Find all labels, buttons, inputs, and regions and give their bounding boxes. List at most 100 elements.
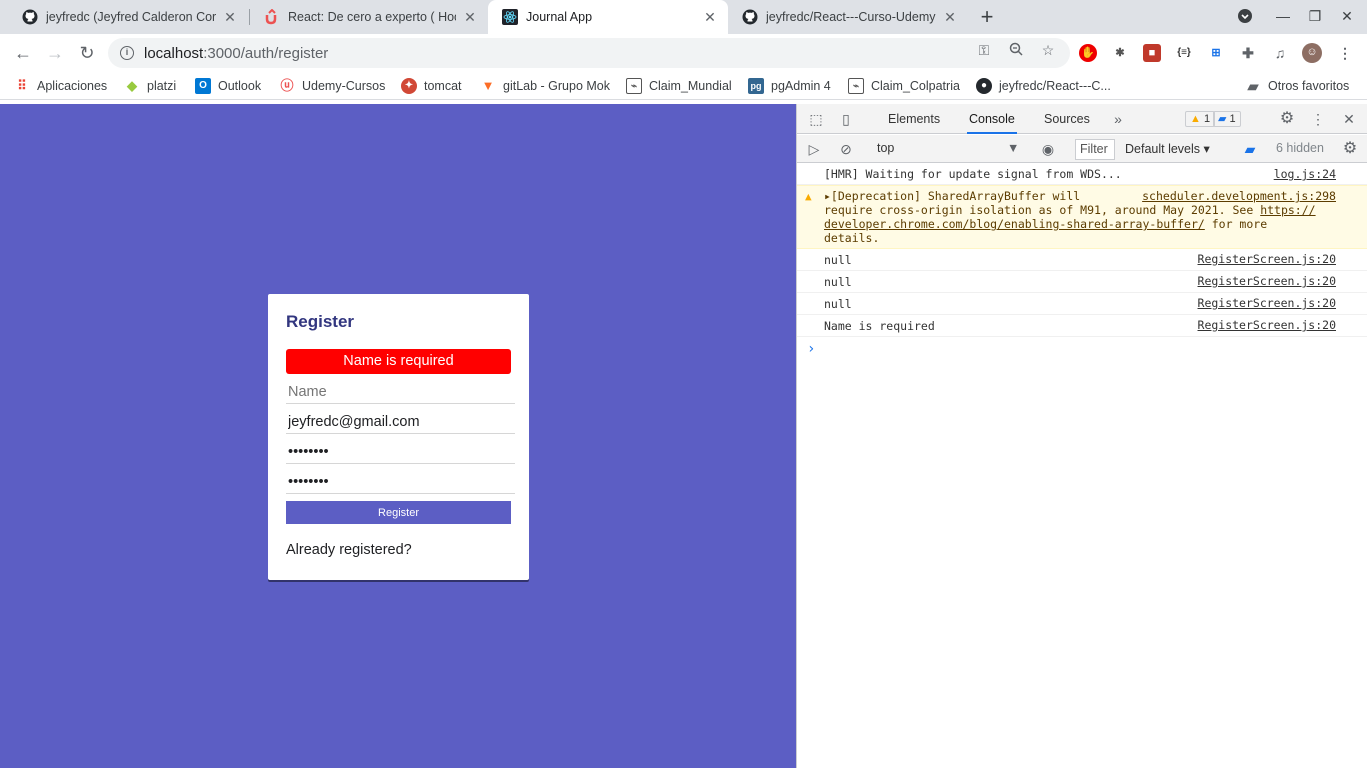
bookmark-claim-colpatria[interactable]: ⌁ Claim_Colpatria [848, 77, 960, 95]
already-registered-link[interactable]: Already registered? [286, 542, 511, 558]
issues-icon[interactable]: ▰ [1241, 140, 1259, 158]
extension-red-icon[interactable]: ■ [1143, 44, 1161, 62]
log-source-link[interactable]: log.js:24 [1274, 167, 1336, 181]
live-expression-eye-icon[interactable]: ◉ [1039, 140, 1057, 158]
close-icon[interactable]: ✕ [222, 9, 238, 25]
context-selector[interactable]: top ▼ [877, 141, 1019, 155]
tab-sources[interactable]: Sources [1042, 104, 1092, 134]
minimize-icon[interactable]: — [1274, 8, 1292, 24]
tab-github-repo[interactable]: jeyfredc/React---Curso-Udemy ✕ [728, 0, 968, 34]
bookmarks-bar: ⠿ Aplicaciones ◆ platzi O Outlook ⓤ Udemy-Cu… [0, 72, 1367, 100]
log-source-link[interactable]: scheduler.development.js:298 [1142, 189, 1336, 203]
tab-title: React: De cero a experto ( Hook [288, 10, 456, 24]
outlook-icon: O [195, 78, 211, 94]
devtools-menu-icon[interactable]: ⋮ [1309, 110, 1327, 128]
bookmark-star-icon[interactable]: ☆ [1040, 42, 1056, 58]
bookmark-udemy[interactable]: ⓤ Udemy-Cursos [279, 77, 385, 95]
forward-icon[interactable]: → [45, 43, 65, 63]
new-tab-button[interactable]: + [976, 6, 998, 29]
log-levels-dropdown[interactable]: Default levels ▾ [1125, 141, 1210, 156]
log-source-link[interactable]: RegisterScreen.js:20 [1198, 252, 1336, 266]
bookmark-label: platzi [147, 79, 177, 93]
confirm-password-input[interactable] [286, 471, 515, 494]
console-prompt[interactable]: › [797, 337, 1367, 357]
log-message: [HMR] Waiting for update signal from WDS… [824, 167, 1122, 181]
warning-text: for more [1204, 217, 1268, 231]
email-input[interactable] [286, 411, 515, 434]
close-icon[interactable]: ✕ [942, 9, 958, 25]
warning-link[interactable]: developer.chrome.com/blog/enabling-share… [824, 217, 1205, 231]
bookmark-tomcat[interactable]: ✦ tomcat [401, 77, 462, 95]
register-button[interactable]: Register [286, 501, 511, 524]
more-tabs-icon[interactable]: » [1109, 110, 1127, 128]
tab-udemy-course[interactable]: React: De cero a experto ( Hook ✕ [250, 0, 488, 34]
log-source-link[interactable]: RegisterScreen.js:20 [1198, 274, 1336, 288]
browser-toolbar: ← → ↻ i localhost:3000/auth/register ⚿ ☆ [0, 34, 1367, 72]
site-info-icon[interactable]: i [120, 46, 134, 60]
clear-console-icon[interactable]: ⊘ [837, 140, 855, 158]
devtools-tabbar: ⬚ ▯ Elements Console Sources » ▲ 1 ▰ 1 ⚙… [797, 104, 1367, 134]
password-input[interactable] [286, 441, 515, 464]
tab-elements[interactable]: Elements [886, 104, 942, 134]
bookmark-github-repo[interactable]: ● jeyfredc/React---C... [976, 77, 1111, 95]
log-source-link[interactable]: RegisterScreen.js:20 [1198, 296, 1336, 310]
warnings-count: 1 [1203, 113, 1211, 125]
log-message: null [824, 297, 852, 311]
console-warning-row: ▲ ▸[Deprecation] SharedArrayBuffer will … [797, 185, 1367, 249]
address-bar[interactable]: i localhost:3000/auth/register [108, 38, 1070, 68]
reload-icon[interactable]: ↻ [77, 43, 97, 63]
back-icon[interactable]: ← [13, 43, 33, 63]
console-settings-gear-icon[interactable]: ⚙ [1341, 140, 1359, 158]
bookmark-platzi[interactable]: ◆ platzi [124, 77, 176, 95]
window-close-icon[interactable]: ✕ [1338, 8, 1356, 25]
bookmark-apps[interactable]: ⠿ Aplicaciones [14, 77, 107, 95]
profile-avatar[interactable]: ☺ [1302, 43, 1322, 63]
close-icon[interactable]: ✕ [702, 9, 718, 25]
extensions-puzzle-icon[interactable]: ✚ [1239, 44, 1257, 62]
messages-badge[interactable]: ▰ 1 [1213, 111, 1241, 127]
key-icon[interactable]: ⚿ [976, 42, 992, 58]
grid-extension-icon[interactable]: ⊞ [1207, 44, 1225, 62]
warnings-badge[interactable]: ▲ 1 [1185, 111, 1216, 127]
tab-title: Journal App [526, 10, 593, 24]
inspect-element-icon[interactable]: ⬚ [807, 110, 825, 128]
media-queue-icon[interactable]: ♫ [1271, 44, 1289, 62]
close-devtools-icon[interactable]: ✕ [1340, 110, 1358, 128]
tab-console[interactable]: Console [967, 104, 1017, 134]
tab-github-profile[interactable]: jeyfredc (Jeyfred Calderon Corte ✕ [8, 0, 248, 34]
tab-title: jeyfredc (Jeyfred Calderon Corte [46, 10, 216, 24]
maximize-icon[interactable]: ❐ [1306, 8, 1324, 25]
warning-link[interactable]: https:// [1260, 203, 1315, 217]
console-log-row: null RegisterScreen.js:20 [797, 293, 1367, 315]
console-filter-input[interactable]: Filter [1075, 139, 1115, 160]
settings-gear-icon[interactable]: ⚙ [1278, 110, 1296, 128]
message-icon: ▰ [1218, 113, 1227, 125]
tab-title: jeyfredc/React---Curso-Udemy [766, 10, 936, 24]
device-toolbar-icon[interactable]: ▯ [837, 110, 855, 128]
bug-icon[interactable]: ✱ [1111, 44, 1129, 62]
tab-search-icon[interactable] [1236, 8, 1254, 27]
bookmark-label: gitLab - Grupo Mok [503, 79, 610, 93]
tab-journal-app[interactable]: Journal App ✕ [488, 0, 728, 34]
json-viewer-icon[interactable]: {≡} [1175, 44, 1193, 62]
bookmark-outlook[interactable]: O Outlook [195, 77, 261, 95]
bookmark-gitlab[interactable]: ▼ gitLab - Grupo Mok [480, 77, 610, 95]
menu-kebab-icon[interactable]: ⋮ [1336, 44, 1354, 62]
warning-icon: ▲ [805, 190, 812, 203]
udemy-icon: ⓤ [280, 78, 294, 93]
bookmark-label: Aplicaciones [37, 79, 108, 93]
name-input[interactable] [286, 381, 515, 404]
udemy-icon [264, 9, 280, 25]
bookmark-claim-mundial[interactable]: ⌁ Claim_Mundial [626, 77, 732, 95]
bookmark-other-favorites[interactable]: ▰ Otros favoritos [1245, 77, 1350, 95]
adblock-icon[interactable]: ✋ [1079, 44, 1097, 62]
log-source-link[interactable]: RegisterScreen.js:20 [1198, 318, 1336, 332]
zoom-icon[interactable] [1008, 42, 1024, 58]
platzi-icon: ◆ [127, 78, 137, 93]
close-icon[interactable]: ✕ [462, 9, 478, 25]
bookmark-pgadmin[interactable]: pg pgAdmin 4 [748, 77, 831, 95]
bookmark-label: Outlook [218, 79, 262, 93]
bookmark-label: tomcat [424, 79, 462, 93]
register-card: Register Name is required Register Alrea… [268, 294, 529, 580]
sidebar-toggle-icon[interactable]: ▷ [805, 140, 823, 158]
